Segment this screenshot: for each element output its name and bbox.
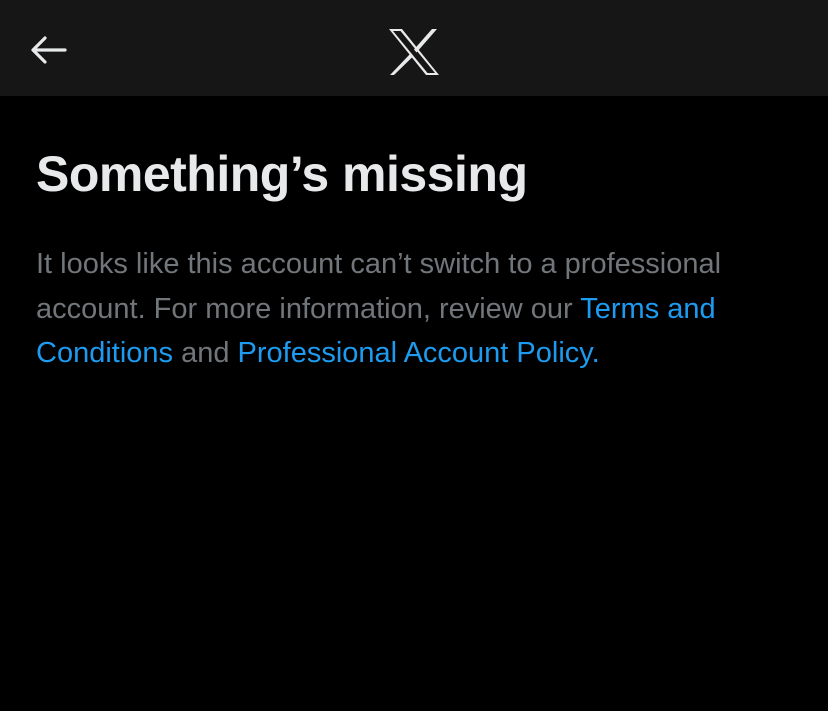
message-text-middle: and xyxy=(173,337,238,369)
page-title: Something’s missing xyxy=(36,146,528,202)
professional-account-policy-link[interactable]: Professional Account Policy. xyxy=(238,337,600,369)
top-bar xyxy=(0,0,828,96)
main-content: Something’s missing It looks like this a… xyxy=(0,96,828,376)
info-message: It looks like this account can’t switch … xyxy=(36,242,796,376)
x-logo-icon xyxy=(388,28,440,76)
arrow-left-icon xyxy=(30,35,68,70)
back-button[interactable] xyxy=(22,28,76,76)
